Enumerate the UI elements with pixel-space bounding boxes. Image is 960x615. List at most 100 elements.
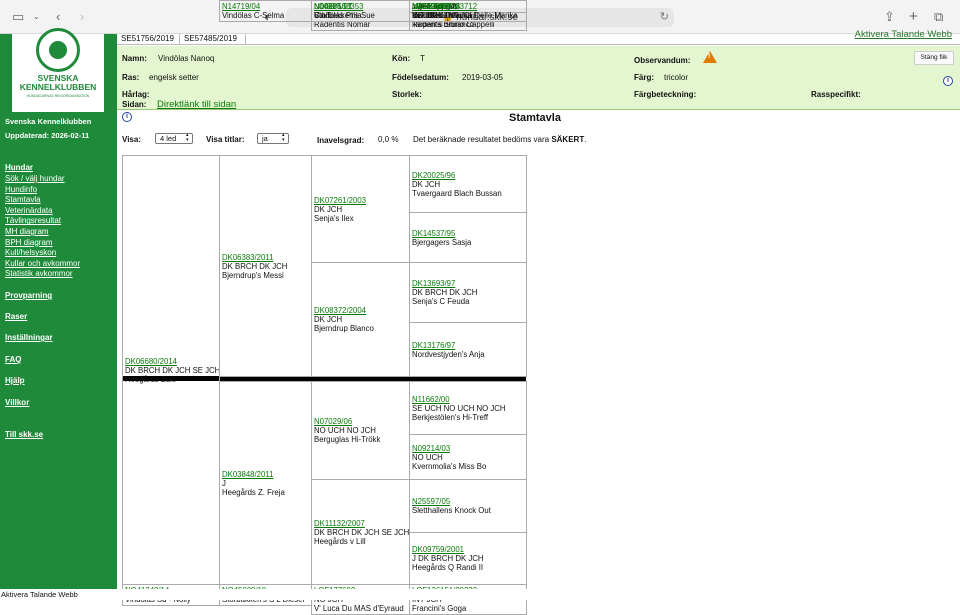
dog-name: Nordvestjyden's Anja bbox=[412, 349, 485, 359]
reg-number-link[interactable]: DK13693/97 bbox=[412, 279, 524, 288]
dog-name: Heegårds Z. Freja bbox=[222, 487, 285, 497]
tab-overview-icon[interactable]: ⧉ bbox=[934, 9, 943, 25]
sidebar-item-kull-helsyskon[interactable]: Kull/helsyskon bbox=[5, 248, 56, 257]
dog-titles: DK BRCH DK JCH SE JCH bbox=[125, 365, 220, 375]
pedigree-cell: DK09759/2001 J DK BRCH DK JCH Heegårds Q R… bbox=[409, 532, 527, 585]
dog-titles: J DK BRCH DK JCH bbox=[412, 554, 484, 563]
dog-name: Bjerndrup's Messi bbox=[222, 270, 284, 280]
sidebar-item-statistik-avkommor[interactable]: Statistik avkommor bbox=[5, 269, 73, 278]
sidebar-section-hundar[interactable]: Hundar bbox=[5, 163, 33, 172]
reg-number-link[interactable]: DK06680/2014 bbox=[125, 357, 217, 366]
reg-number-link[interactable]: DK11132/2007 bbox=[314, 519, 407, 528]
sidebar-section-provparning[interactable]: Provparning bbox=[5, 291, 52, 300]
dog-info-panel bbox=[117, 46, 960, 110]
inavelsgrad-label: Inavelsgrad: bbox=[317, 136, 365, 145]
inavelsgrad-value: 0,0 % bbox=[378, 135, 399, 144]
farg-value: tricolor bbox=[664, 73, 689, 82]
page-title: Stamtavla bbox=[509, 112, 561, 124]
reg-number-link[interactable]: DK08372/2004 bbox=[314, 306, 407, 315]
ras-label: Ras: bbox=[122, 73, 140, 82]
dog-titles: NO UCH bbox=[412, 452, 443, 462]
back-icon[interactable]: ‹ bbox=[56, 9, 60, 25]
namn-value: Vindölas Nanoq bbox=[158, 54, 215, 63]
sidebar-section-raser[interactable]: Raser bbox=[5, 312, 27, 321]
reg-number-link[interactable]: N11662/00 bbox=[412, 395, 524, 404]
reg-number-link[interactable]: N15425/92 bbox=[412, 2, 524, 11]
pedigree-cell: N00285/97 Vindölas Phia bbox=[311, 0, 410, 22]
aktivera-talande-webb-link[interactable]: Aktivera Talande Webb bbox=[855, 29, 952, 40]
sidebar-item-kullar-och-avkommor[interactable]: Kullar och avkommor bbox=[5, 259, 80, 268]
logo-subtext: HUNDÄGARNAS RIKSORGANISATION bbox=[26, 94, 90, 98]
dog-name: Bjergagers Sasja bbox=[412, 237, 472, 247]
info-icon[interactable]: i bbox=[943, 76, 953, 86]
visa-titlar-select[interactable]: ja bbox=[257, 133, 289, 144]
sidebar-item-sök-välj-hundar[interactable]: Sök / välj hundar bbox=[5, 174, 65, 183]
storlek-label: Storlek: bbox=[392, 90, 422, 99]
stang-flik-button[interactable]: Stäng flik bbox=[914, 51, 954, 65]
reg-number-link[interactable]: DK03848/2011 bbox=[222, 470, 309, 479]
status-bar: Aktivera Talande Webb bbox=[0, 589, 960, 600]
pedigree-cell: DK07261/2003 DK JCH Senja's Ilex bbox=[311, 155, 410, 263]
sidebar-toggle-icon[interactable]: ▭ bbox=[12, 9, 24, 25]
warning-icon[interactable]: ! bbox=[703, 51, 717, 63]
logo-text: SVENSKA KENNELKLUBBEN bbox=[19, 73, 97, 92]
reg-number-link[interactable]: DK07261/2003 bbox=[314, 196, 407, 205]
sidebar-section-villkor[interactable]: Villkor bbox=[5, 398, 29, 407]
visa-titlar-label: Visa titlar: bbox=[206, 135, 245, 144]
dog-titles: DK JCH bbox=[412, 179, 441, 189]
sidebar-item-tävlingsresultat[interactable]: Tävlingsresultat bbox=[5, 216, 61, 225]
reg-number-link[interactable]: DK20025/96 bbox=[412, 171, 524, 180]
reg-number-link[interactable]: N14719/04 bbox=[222, 2, 309, 11]
info-icon[interactable]: i bbox=[122, 112, 132, 122]
sidebar-item-veterinärdata[interactable]: Veterinärdata bbox=[5, 206, 53, 215]
tab-se51756[interactable]: SE51756/2019 bbox=[117, 34, 180, 45]
dog-titles: DK BRCH DK JCH bbox=[222, 261, 288, 271]
share-icon[interactable]: ⇪ bbox=[884, 9, 895, 25]
direktlank-link[interactable]: Direktlänk till sidan bbox=[157, 99, 236, 110]
dog-name: Vindölas Trevi bbox=[412, 11, 461, 20]
observandum-label: Observandum: bbox=[634, 56, 691, 65]
visa-label: Visa: bbox=[122, 135, 141, 144]
sidebar-section-till-skk-se[interactable]: Till skk.se bbox=[5, 430, 43, 439]
farg-label: Färg: bbox=[634, 73, 654, 82]
harlag-label: Hårlag: bbox=[122, 90, 150, 99]
dog-name: Heegårds v Lill bbox=[314, 536, 366, 546]
reg-number-link[interactable]: DK13176/97 bbox=[412, 341, 524, 350]
dog-name: Berguglas Hi-Trökk bbox=[314, 435, 381, 444]
skk-logo[interactable]: SVENSKA KENNELKLUBBEN HUNDÄGARNAS RIKSORG… bbox=[12, 28, 104, 112]
sidebar-section-faq[interactable]: FAQ bbox=[5, 355, 21, 364]
sidebar-item-hundinfo[interactable]: Hundinfo bbox=[5, 185, 37, 194]
pedigree-cell: N09214/03 NO UCH Kvernmolia's Miss Bo bbox=[409, 434, 527, 480]
reg-number-link[interactable]: N07029/06 bbox=[314, 417, 407, 426]
pedigree-cell: DK11132/2007 DK BRCH DK JCH SE JCH Heegård… bbox=[311, 479, 410, 585]
dog-name: Berkjestölen's Hi-Treff bbox=[412, 412, 489, 422]
pedigree-cell: N07029/06 NO UCH NO JCH Berguglas Hi-Trökk bbox=[311, 381, 410, 480]
dog-tabs: SE51756/2019 SE57485/2019 bbox=[117, 34, 960, 45]
sidebar: SVENSKA KENNELKLUBBEN HUNDÄGARNAS RIKSORG… bbox=[0, 28, 117, 589]
reg-number-link[interactable]: N25597/05 bbox=[412, 497, 524, 506]
pedigree-cell: N14719/04 Vindölas C-Selma bbox=[219, 0, 312, 22]
reg-number-link[interactable]: DK09759/2001 bbox=[412, 545, 524, 554]
pedigree-cell: N15425/92 Vindölas Trevi bbox=[409, 0, 527, 22]
chevron-down-icon[interactable]: ⌄ bbox=[33, 9, 40, 25]
sidebar-item-bph-diagram[interactable]: BPH diagram bbox=[5, 238, 53, 247]
reload-icon[interactable]: ↻ bbox=[660, 8, 669, 27]
dog-name: Vindölas Phia bbox=[314, 11, 362, 20]
sidebar-item-stamtavla[interactable]: Stamtavla bbox=[5, 195, 41, 204]
forward-icon[interactable]: › bbox=[80, 9, 84, 25]
reg-number-link[interactable]: DK14537/95 bbox=[412, 229, 524, 238]
reg-number-link[interactable]: N09214/03 bbox=[412, 444, 524, 453]
pedigree-cell: DK14537/95 Bjergagers Sasja bbox=[409, 212, 527, 263]
visa-select[interactable]: 4 led bbox=[155, 133, 193, 144]
sidebar-item-mh-diagram[interactable]: MH diagram bbox=[5, 227, 49, 236]
dog-name: Francini's Goga bbox=[412, 604, 467, 613]
dog-name: V' Luca Du MAS d'Eyraud bbox=[314, 604, 404, 613]
sidebar-section-inställningar[interactable]: Inställningar bbox=[5, 333, 53, 342]
reg-number-link[interactable]: DK06383/2011 bbox=[222, 253, 309, 262]
sidebar-section-hjälp[interactable]: Hjälp bbox=[5, 376, 25, 385]
new-tab-icon[interactable]: + bbox=[909, 9, 918, 25]
dog-titles: DK JCH bbox=[314, 204, 343, 214]
reg-number-link[interactable]: N00285/97 bbox=[314, 2, 407, 11]
dog-name: Heegårds Zuki bbox=[125, 374, 176, 384]
tab-se57485[interactable]: SE57485/2019 bbox=[180, 34, 246, 45]
